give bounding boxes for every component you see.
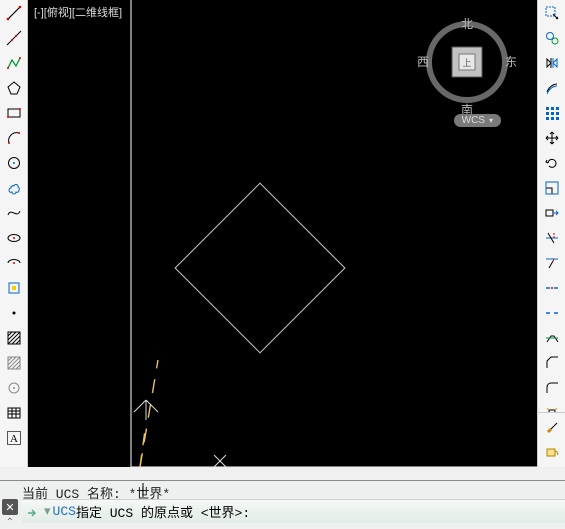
drawing-canvas[interactable]: [-][俯视][二维线框] 上 北 南 西 东 WCS▾ xyxy=(28,0,537,467)
ellipse-icon[interactable] xyxy=(1,226,27,249)
wcs-button[interactable]: WCS▾ xyxy=(454,114,501,127)
trim-icon[interactable] xyxy=(539,226,565,249)
command-history-line: 当前 UCS 名称: *世界* xyxy=(22,483,565,499)
polygon-icon[interactable] xyxy=(1,76,27,99)
svg-text:上: 上 xyxy=(462,58,471,68)
polyline-icon[interactable] xyxy=(1,51,27,74)
command-close-icon[interactable]: ✕ xyxy=(2,499,18,515)
bucket-icon[interactable] xyxy=(539,439,565,462)
text-caret xyxy=(140,481,146,499)
viewport-label[interactable]: [-][俯视][二维线框] xyxy=(34,4,122,20)
table-icon[interactable] xyxy=(1,401,27,424)
break-at-point-icon[interactable] xyxy=(539,276,565,299)
compass-w: 西 xyxy=(417,55,429,69)
compass-n: 北 xyxy=(461,18,473,31)
command-arrow-icon: ▾ xyxy=(44,504,51,519)
rectangle-icon[interactable] xyxy=(1,101,27,124)
region-icon[interactable] xyxy=(1,376,27,399)
scale-icon[interactable] xyxy=(539,176,565,199)
revision-cloud-icon[interactable] xyxy=(1,176,27,199)
command-area: ✕ ⌃ 当前 UCS 名称: *世界* ▾ UCS 指定 UCS 的原点或 <世… xyxy=(0,480,565,527)
rotate-icon[interactable] xyxy=(539,151,565,174)
command-keyword: UCS xyxy=(53,504,76,519)
hatch-icon[interactable] xyxy=(1,326,27,349)
right-toolbar-bottom xyxy=(537,412,565,467)
command-prompt-text: 指定 UCS 的原点或 <世界>: xyxy=(76,502,250,521)
stretch-icon[interactable] xyxy=(539,201,565,224)
brush-icon[interactable] xyxy=(539,414,565,437)
svg-text:A: A xyxy=(10,433,18,445)
arc-3pt-icon[interactable] xyxy=(1,126,27,149)
ucs-icon xyxy=(134,400,158,420)
move-icon[interactable] xyxy=(539,126,565,149)
array-icon[interactable] xyxy=(539,101,565,124)
break-icon[interactable] xyxy=(539,301,565,324)
right-toolbar xyxy=(537,0,565,467)
line-icon[interactable] xyxy=(1,1,27,24)
select-similar-icon[interactable] xyxy=(539,26,565,49)
command-expand-icon[interactable]: ⌃ xyxy=(2,517,18,529)
select-icon[interactable] xyxy=(539,1,565,24)
mirror-icon[interactable] xyxy=(539,51,565,74)
extend-icon[interactable] xyxy=(539,251,565,274)
view-cube[interactable]: 上 北 南 西 东 xyxy=(409,18,519,118)
command-input-line[interactable]: ▾ UCS 指定 UCS 的原点或 <世界>: xyxy=(22,499,565,523)
point-icon[interactable] xyxy=(1,301,27,324)
gradient-icon[interactable] xyxy=(1,351,27,374)
fillet-icon[interactable] xyxy=(539,376,565,399)
offset-icon[interactable] xyxy=(539,76,565,99)
command-prompt-icon xyxy=(26,505,40,519)
ellipse-arc-icon[interactable] xyxy=(1,251,27,274)
compass-e: 东 xyxy=(505,55,517,69)
join-icon[interactable] xyxy=(539,326,565,349)
circle-icon[interactable] xyxy=(1,151,27,174)
left-toolbar: A xyxy=(0,0,28,467)
spline-icon[interactable] xyxy=(1,201,27,224)
insert-block-icon[interactable] xyxy=(1,276,27,299)
command-input[interactable] xyxy=(250,504,565,519)
construction-line-icon[interactable] xyxy=(1,26,27,49)
chamfer-icon[interactable] xyxy=(539,351,565,374)
text-icon[interactable]: A xyxy=(1,426,27,449)
